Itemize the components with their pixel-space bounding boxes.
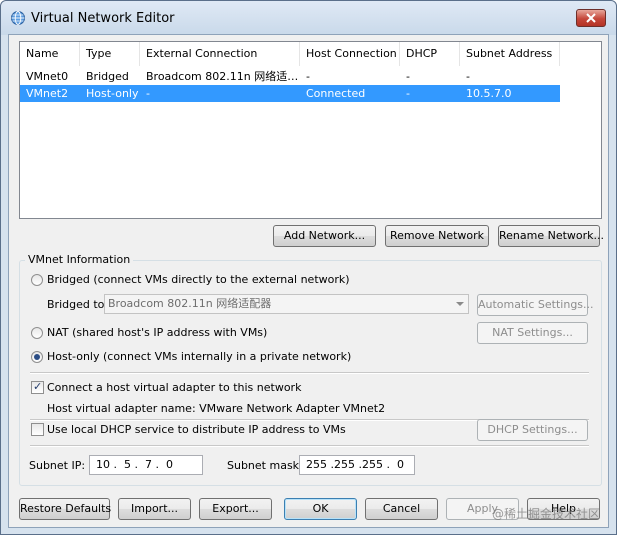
bridged-to-select[interactable]: Broadcom 802.11n 网络适配器 xyxy=(104,294,469,314)
host-only-label[interactable]: Host-only (connect VMs internally in a p… xyxy=(47,350,351,363)
chevron-down-icon xyxy=(456,302,464,306)
title-bar[interactable]: Virtual Network Editor xyxy=(1,1,616,35)
window-title: Virtual Network Editor xyxy=(31,11,175,26)
bridged-to-value: Broadcom 802.11n 网络适配器 xyxy=(108,297,272,310)
cell-host: - xyxy=(306,70,310,83)
nat-settings-button[interactable]: NAT Settings... xyxy=(477,322,588,344)
bridged-radio[interactable] xyxy=(31,274,43,286)
add-network-button[interactable]: Add Network... xyxy=(273,225,376,247)
column-header-name[interactable]: Name xyxy=(20,42,80,66)
close-icon xyxy=(586,13,596,23)
column-header-subnet[interactable]: Subnet Address xyxy=(460,42,560,66)
column-header-dhcp[interactable]: DHCP xyxy=(400,42,460,66)
close-button[interactable] xyxy=(576,9,606,27)
virtual-network-editor-window: Virtual Network Editor Name Type Externa… xyxy=(0,0,617,535)
cancel-button[interactable]: Cancel xyxy=(365,498,438,520)
cell-external: Broadcom 802.11n 网络适… xyxy=(146,70,299,83)
group-title: VMnet Information xyxy=(25,253,134,266)
cell-dhcp: - xyxy=(406,87,410,100)
remove-network-button[interactable]: Remove Network xyxy=(385,225,489,247)
separator xyxy=(30,372,589,374)
subnet-ip-input[interactable]: 10 . 5 . 7 . 0 xyxy=(89,455,203,475)
connect-adapter-label[interactable]: Connect a host virtual adapter to this n… xyxy=(47,381,301,394)
restore-defaults-button[interactable]: Restore Defaults xyxy=(19,498,111,520)
nat-label[interactable]: NAT (shared host's IP address with VMs) xyxy=(47,326,267,339)
cell-external: - xyxy=(146,87,150,100)
ok-button[interactable]: OK xyxy=(284,498,357,520)
export-button[interactable]: Export... xyxy=(199,498,272,520)
host-only-radio[interactable] xyxy=(31,351,43,363)
import-button[interactable]: Import... xyxy=(118,498,191,520)
cell-type: Bridged xyxy=(86,70,129,83)
table-row-vmnet2[interactable]: VMnet2 Host-only - Connected - 10.5.7.0 xyxy=(20,85,560,102)
subnet-mask-label: Subnet mask: xyxy=(227,459,303,472)
cell-dhcp: - xyxy=(406,70,410,83)
cell-name: VMnet0 xyxy=(26,70,69,83)
cell-host: Connected xyxy=(306,87,366,100)
subnet-mask-input[interactable]: 255 .255 .255 . 0 xyxy=(299,455,415,475)
network-list[interactable]: Name Type External Connection Host Conne… xyxy=(19,41,602,219)
dialog-body: Name Type External Connection Host Conne… xyxy=(8,34,609,528)
list-header: Name Type External Connection Host Conne… xyxy=(20,42,601,66)
dhcp-checkbox[interactable] xyxy=(31,423,44,436)
table-row-vmnet0[interactable]: VMnet0 Bridged Broadcom 802.11n 网络适… - -… xyxy=(20,68,560,85)
adapter-name-label: Host virtual adapter name: VMware Networ… xyxy=(47,402,386,415)
globe-icon xyxy=(11,11,25,25)
nat-radio[interactable] xyxy=(31,327,43,339)
connect-adapter-checkbox[interactable] xyxy=(31,380,44,394)
watermark: @稀土掘金技术社区 xyxy=(491,507,600,521)
column-header-external[interactable]: External Connection xyxy=(140,42,300,66)
dhcp-label[interactable]: Use local DHCP service to distribute IP … xyxy=(47,423,346,436)
cell-subnet: - xyxy=(466,70,470,83)
cell-type: Host-only xyxy=(86,87,139,100)
bridged-to-label: Bridged to: xyxy=(47,298,109,311)
dhcp-settings-button[interactable]: DHCP Settings... xyxy=(477,419,588,441)
separator xyxy=(30,445,589,447)
bridged-label[interactable]: Bridged (connect VMs directly to the ext… xyxy=(47,273,350,286)
rename-network-button[interactable]: Rename Network... xyxy=(498,225,604,247)
cell-name: VMnet2 xyxy=(26,87,69,100)
cell-subnet: 10.5.7.0 xyxy=(466,87,512,100)
column-header-host[interactable]: Host Connection xyxy=(300,42,400,66)
column-header-type[interactable]: Type xyxy=(80,42,140,66)
automatic-settings-button[interactable]: Automatic Settings... xyxy=(477,294,594,316)
subnet-ip-label: Subnet IP: xyxy=(29,459,86,472)
